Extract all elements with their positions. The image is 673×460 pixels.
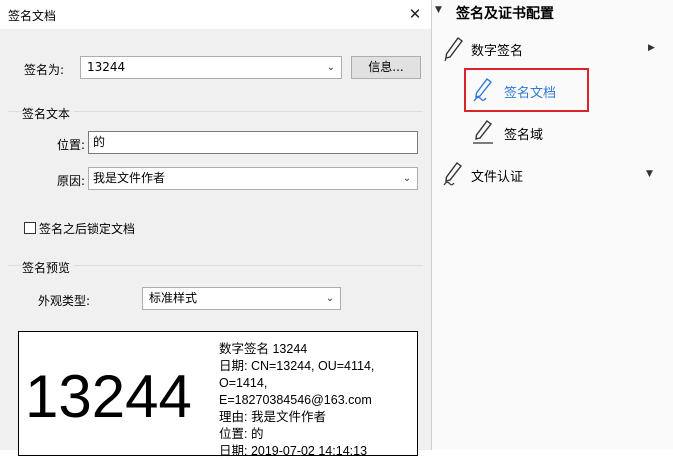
preview-group-title: 签名预览 — [22, 259, 75, 276]
certify-pen-icon — [443, 162, 462, 186]
panel-header[interactable]: ▼ 签名及证书配置 — [432, 0, 673, 26]
nav-item-signature-field[interactable]: 签名域 — [432, 114, 673, 152]
close-button[interactable]: ✕ — [403, 3, 427, 25]
preview-line: 日期: CN=13244, OU=4114, — [219, 359, 375, 373]
reason-label: 原因: — [57, 174, 86, 188]
preview-line: 理由: 我是文件作者 — [219, 410, 326, 424]
preview-line: O=1414, — [219, 376, 268, 390]
nav-item-label: 签名域 — [504, 128, 544, 143]
sign-as-label: 签名为: — [24, 63, 65, 77]
info-button[interactable]: 信息... — [351, 56, 421, 79]
sign-text-group-title: 签名文本 — [22, 105, 75, 122]
preview-line: E=18270384546@163.com — [219, 393, 372, 407]
signature-field-icon — [473, 120, 493, 144]
chevron-right-icon: ▶ — [648, 43, 655, 53]
signature-preview: 13244 数字签名 13244 日期: CN=13244, OU=4114, … — [18, 331, 418, 458]
reason-value: 我是文件作者 — [93, 171, 166, 185]
collapse-triangle-icon: ▼ — [435, 5, 442, 15]
appearance-value: 标准样式 — [149, 291, 198, 305]
chevron-down-icon: ⌄ — [326, 62, 336, 73]
chevron-down-icon: ▼ — [646, 169, 653, 179]
preview-line: 位置: 的 — [219, 427, 264, 441]
sign-document-dialog: 签名文档 ✕ 签名为: 13244 ⌄ 信息... 签名文本 位置: 的 原因:… — [0, 0, 432, 458]
preview-details: 数字签名 13244 日期: CN=13244, OU=4114, O=1414… — [219, 341, 374, 460]
preview-line: 数字签名 13244 — [219, 342, 308, 356]
chevron-down-icon: ⌄ — [325, 293, 335, 304]
lock-after-sign-checkbox[interactable] — [24, 222, 36, 234]
location-label: 位置: — [57, 138, 86, 152]
lock-after-sign-label: 签名之后锁定文档 — [39, 222, 136, 236]
appearance-select[interactable]: 标准样式 ⌄ — [142, 287, 341, 310]
selection-highlight-box — [464, 68, 589, 112]
nav-item-digital-signature[interactable]: 数字签名 ▶ — [432, 30, 673, 68]
nav-item-label: 数字签名 — [471, 44, 524, 59]
location-input[interactable]: 的 — [88, 131, 418, 154]
nav-item-certify-document[interactable]: 文件认证 ▼ — [432, 156, 673, 194]
pen-icon — [444, 37, 463, 62]
signature-config-panel: ▼ 签名及证书配置 数字签名 ▶ 签名文档 签名域 文件认证 ▼ — [432, 0, 673, 450]
sign-as-select[interactable]: 13244 ⌄ — [80, 56, 342, 79]
sign-as-value: 13244 — [87, 60, 126, 74]
preview-line: 日期: 2019-07-02 14:14:13 — [219, 444, 368, 458]
location-value: 的 — [93, 135, 106, 149]
dialog-titlebar: 签名文档 ✕ — [0, 0, 431, 29]
nav-item-label: 文件认证 — [471, 170, 524, 185]
preview-signer-name: 13244 — [25, 363, 192, 430]
reason-select[interactable]: 我是文件作者 ⌄ — [88, 167, 418, 190]
chevron-down-icon: ⌄ — [402, 173, 412, 184]
panel-title: 签名及证书配置 — [456, 6, 554, 22]
dialog-title: 签名文档 — [8, 9, 57, 23]
appearance-label: 外观类型: — [38, 294, 91, 308]
